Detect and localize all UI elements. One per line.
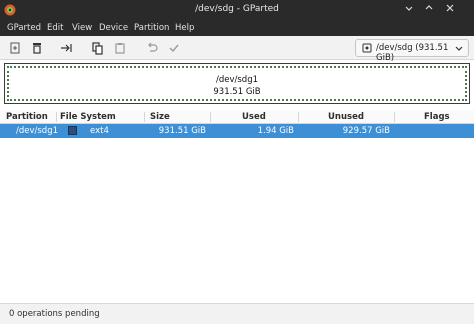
menu-partition[interactable]: Partition [134, 23, 169, 33]
column-divider [144, 112, 145, 122]
operations-pending-status: 0 operations pending [9, 309, 100, 319]
header-flags[interactable]: Flags [424, 112, 450, 122]
copy-icon[interactable] [91, 41, 105, 55]
menu-help[interactable]: Help [175, 23, 194, 33]
menu-bar: GParted Edit View Device Partition Help [0, 20, 474, 36]
partition-block[interactable]: /dev/sdg1 931.51 GiB [7, 66, 467, 101]
disk-graphic: /dev/sdg1 931.51 GiB [4, 63, 470, 104]
status-bar: 0 operations pending [0, 303, 474, 324]
cell-used: 1.94 GiB [257, 126, 294, 136]
paste-icon[interactable] [113, 41, 127, 55]
close-button[interactable] [443, 3, 457, 17]
minimize-icon [405, 6, 413, 11]
maximize-icon [425, 5, 433, 10]
column-divider [56, 112, 57, 122]
device-selector[interactable]: /dev/sdg (931.51 GiB) [355, 39, 469, 63]
partition-table: Partition File System Size Used Unused F… [0, 110, 474, 300]
header-partition[interactable]: Partition [6, 112, 48, 122]
table-row[interactable]: /dev/sdg1 ext4 931.51 GiB 1.94 GiB 929.5… [0, 124, 474, 138]
new-partition-icon[interactable] [8, 41, 22, 55]
header-size[interactable]: Size [150, 112, 170, 122]
close-icon [446, 4, 454, 12]
resize-move-icon[interactable] [60, 41, 74, 55]
header-unused[interactable]: Unused [328, 112, 364, 122]
partition-block-size: 931.51 GiB [213, 87, 261, 97]
header-used[interactable]: Used [242, 112, 266, 122]
cell-partition: /dev/sdg1 [16, 126, 59, 136]
apply-icon[interactable] [167, 41, 181, 55]
delete-partition-icon[interactable] [30, 41, 44, 55]
menu-view[interactable]: View [72, 23, 92, 33]
menu-edit[interactable]: Edit [47, 23, 63, 33]
column-divider [298, 112, 299, 122]
menu-gparted[interactable]: GParted [7, 23, 41, 33]
cell-file-system: ext4 [90, 126, 109, 136]
chevron-down-icon [455, 46, 463, 51]
cell-unused: 929.57 GiB [342, 126, 390, 136]
undo-icon[interactable] [145, 41, 159, 55]
disk-icon [362, 43, 372, 53]
header-file-system[interactable]: File System [60, 112, 116, 122]
column-divider [210, 112, 211, 122]
toolbar: /dev/sdg (931.51 GiB) [0, 36, 474, 63]
maximize-button[interactable] [422, 3, 436, 17]
table-header: Partition File System Size Used Unused F… [0, 110, 474, 124]
partition-block-name: /dev/sdg1 [215, 75, 258, 85]
column-divider [394, 112, 395, 122]
menu-device[interactable]: Device [99, 23, 128, 33]
title-bar: /dev/sdg - GParted [0, 0, 474, 20]
filesystem-color-swatch [68, 126, 77, 135]
cell-size: 931.51 GiB [158, 126, 206, 136]
minimize-button[interactable] [402, 3, 416, 17]
